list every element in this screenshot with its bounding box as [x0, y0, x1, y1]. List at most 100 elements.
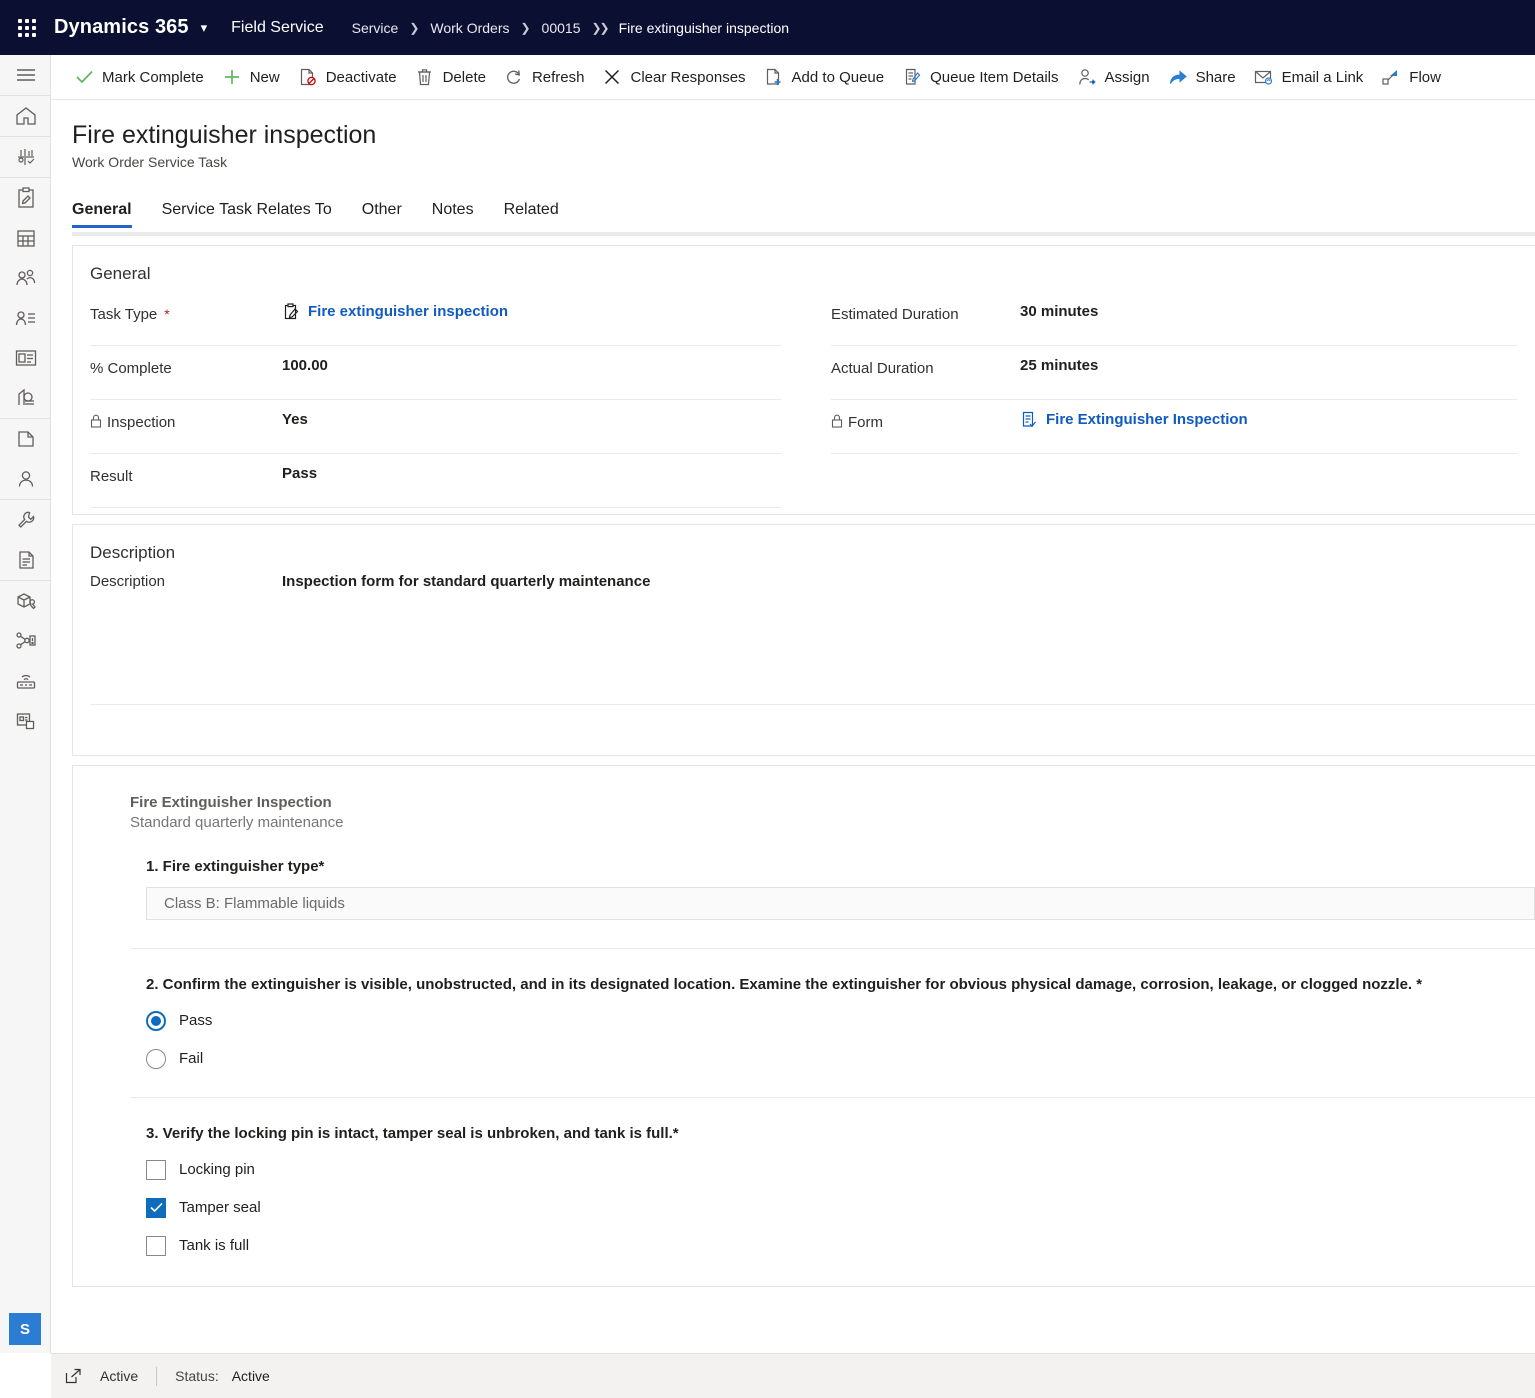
- iot-device-icon[interactable]: [0, 661, 51, 701]
- field-actual-duration[interactable]: Actual Duration 25 minutes: [831, 346, 1517, 400]
- question-3-option-locking-pin[interactable]: Locking pin: [146, 1159, 1535, 1180]
- form-link[interactable]: Fire Extinguisher Inspection: [1046, 411, 1248, 428]
- new-label: New: [249, 68, 280, 86]
- product-icon[interactable]: [0, 581, 51, 621]
- add-to-queue-button[interactable]: Add to Queue: [755, 55, 894, 100]
- page-header: Fire extinguisher inspection Work Order …: [51, 100, 1535, 170]
- question-3-option-tamper-seal[interactable]: Tamper seal: [146, 1197, 1535, 1218]
- app-name-field-service[interactable]: Field Service: [231, 19, 323, 37]
- open-in-new-window-icon[interactable]: [65, 1368, 82, 1384]
- tab-notes[interactable]: Notes: [432, 201, 474, 228]
- checkbox-unchecked-icon[interactable]: [146, 1159, 166, 1180]
- field-spacer: [831, 454, 1517, 514]
- service-account-icon[interactable]: [0, 378, 51, 418]
- breadcrumb-item-00015[interactable]: 00015: [542, 20, 581, 36]
- chevron-down-icon[interactable]: ▾: [201, 20, 208, 36]
- mark-complete-button[interactable]: Mark Complete: [65, 55, 213, 100]
- field-estimated-duration[interactable]: Estimated Duration 30 minutes: [831, 292, 1517, 346]
- assign-person-icon: [1077, 67, 1097, 87]
- accounts-icon[interactable]: [0, 258, 51, 298]
- share-button[interactable]: Share: [1159, 55, 1245, 100]
- form-scroll-region[interactable]: General Task Type * Fire extinguisher in…: [51, 231, 1535, 1287]
- field-label: Task Type *: [90, 303, 282, 323]
- clear-responses-button[interactable]: Clear Responses: [593, 55, 754, 100]
- hamburger-menu-icon[interactable]: [0, 55, 51, 95]
- percent-complete-label: % Complete: [90, 359, 172, 377]
- new-button[interactable]: New: [213, 55, 289, 100]
- field-label: Inspection: [90, 411, 282, 432]
- file-lines-icon[interactable]: [0, 540, 51, 580]
- field-result[interactable]: Result Pass: [90, 454, 781, 508]
- task-type-link[interactable]: Fire extinguisher inspection: [308, 303, 508, 320]
- documents-icon[interactable]: [0, 419, 51, 459]
- recent-icon[interactable]: [0, 137, 51, 177]
- deactivate-icon: [298, 67, 318, 87]
- wrench-icon[interactable]: [0, 500, 51, 540]
- dashboard-icon[interactable]: [0, 701, 51, 741]
- tab-related[interactable]: Related: [504, 201, 559, 228]
- breadcrumb-item-service[interactable]: Service: [352, 20, 399, 36]
- user-icon[interactable]: [0, 459, 51, 499]
- checkbox-checked-icon[interactable]: [146, 1197, 166, 1218]
- option-label: Tank is full: [179, 1237, 250, 1254]
- refresh-button[interactable]: Refresh: [495, 55, 594, 100]
- page-title: Fire extinguisher inspection: [72, 121, 377, 149]
- question-1-text: 1. Fire extinguisher type*: [146, 857, 325, 875]
- assign-label: Assign: [1104, 68, 1150, 86]
- delete-button[interactable]: Delete: [406, 55, 495, 100]
- home-icon[interactable]: [0, 96, 51, 136]
- question-2-option-fail[interactable]: Fail: [146, 1048, 1535, 1069]
- chevron-right-icon: ❯: [409, 20, 420, 35]
- radio-selected-icon[interactable]: [146, 1010, 166, 1031]
- add-to-queue-icon: [764, 67, 784, 87]
- tab-service-task-relates-to[interactable]: Service Task Relates To: [162, 201, 332, 228]
- field-task-type[interactable]: Task Type * Fire extinguisher inspection: [90, 292, 781, 346]
- tab-general[interactable]: General: [72, 201, 132, 228]
- field-label: Form: [831, 411, 1020, 432]
- tab-other[interactable]: Other: [362, 201, 402, 228]
- flow-button[interactable]: Flow: [1372, 55, 1450, 100]
- estimated-duration-value: 30 minutes: [1020, 302, 1099, 320]
- description-value: Inspection form for standard quarterly m…: [282, 572, 651, 590]
- field-percent-complete[interactable]: % Complete 100.00: [90, 346, 781, 400]
- top-navigation-bar: Dynamics 365 ▾ Field Service Service ❯ W…: [0, 0, 1535, 55]
- field-description[interactable]: Description Inspection form for standard…: [73, 571, 1535, 619]
- question-2-option-pass[interactable]: Pass: [146, 1010, 1535, 1031]
- required-asterisk: *: [164, 306, 170, 322]
- field-form: Form Fire Extinguisher Inspection: [831, 400, 1517, 454]
- question-1-input[interactable]: Class B: Flammable liquids: [146, 886, 1535, 920]
- option-label: Fail: [179, 1050, 204, 1067]
- task-type-label: Task Type: [90, 305, 158, 323]
- contacts-icon[interactable]: [0, 298, 51, 338]
- user-badge[interactable]: S: [9, 1313, 41, 1345]
- checkmark-icon: [74, 67, 94, 87]
- clipboard-edit-icon[interactable]: [0, 178, 51, 218]
- field-label: Result: [90, 465, 282, 485]
- inspection-form-subtitle: Standard quarterly maintenance: [130, 813, 344, 831]
- chevron-right-icon: ❯: [520, 20, 531, 35]
- divider: [90, 703, 1535, 705]
- lock-icon: [90, 414, 102, 432]
- result-label: Result: [90, 467, 133, 485]
- status-label: Status:: [175, 1368, 219, 1384]
- breadcrumb-item-work-orders[interactable]: Work Orders: [430, 20, 509, 36]
- inspection-question-3: 3. Verify the locking pin is intact, tam…: [73, 1125, 1535, 1286]
- general-left-column: Task Type * Fire extinguisher inspection: [73, 292, 804, 514]
- share-icon: [1168, 67, 1188, 87]
- card-icon[interactable]: [0, 338, 51, 378]
- divider: [156, 1366, 158, 1386]
- left-navigation-rail: S: [0, 55, 51, 1353]
- brand-dynamics365[interactable]: Dynamics 365: [54, 16, 189, 39]
- deactivate-button[interactable]: Deactivate: [289, 55, 406, 100]
- checkbox-unchecked-icon[interactable]: [146, 1235, 166, 1256]
- connections-icon[interactable]: [0, 621, 51, 661]
- question-2-text: 2. Confirm the extinguisher is visible, …: [146, 975, 1423, 993]
- question-3-option-tank-is-full[interactable]: Tank is full: [146, 1235, 1535, 1256]
- queue-item-details-button[interactable]: Queue Item Details: [893, 55, 1067, 100]
- assign-button[interactable]: Assign: [1068, 55, 1159, 100]
- email-a-link-button[interactable]: Email a Link: [1245, 55, 1373, 100]
- app-launcher-icon[interactable]: [16, 17, 38, 39]
- radio-unselected-icon[interactable]: [146, 1048, 166, 1069]
- calendar-icon[interactable]: [0, 218, 51, 258]
- option-label: Tamper seal: [179, 1199, 261, 1216]
